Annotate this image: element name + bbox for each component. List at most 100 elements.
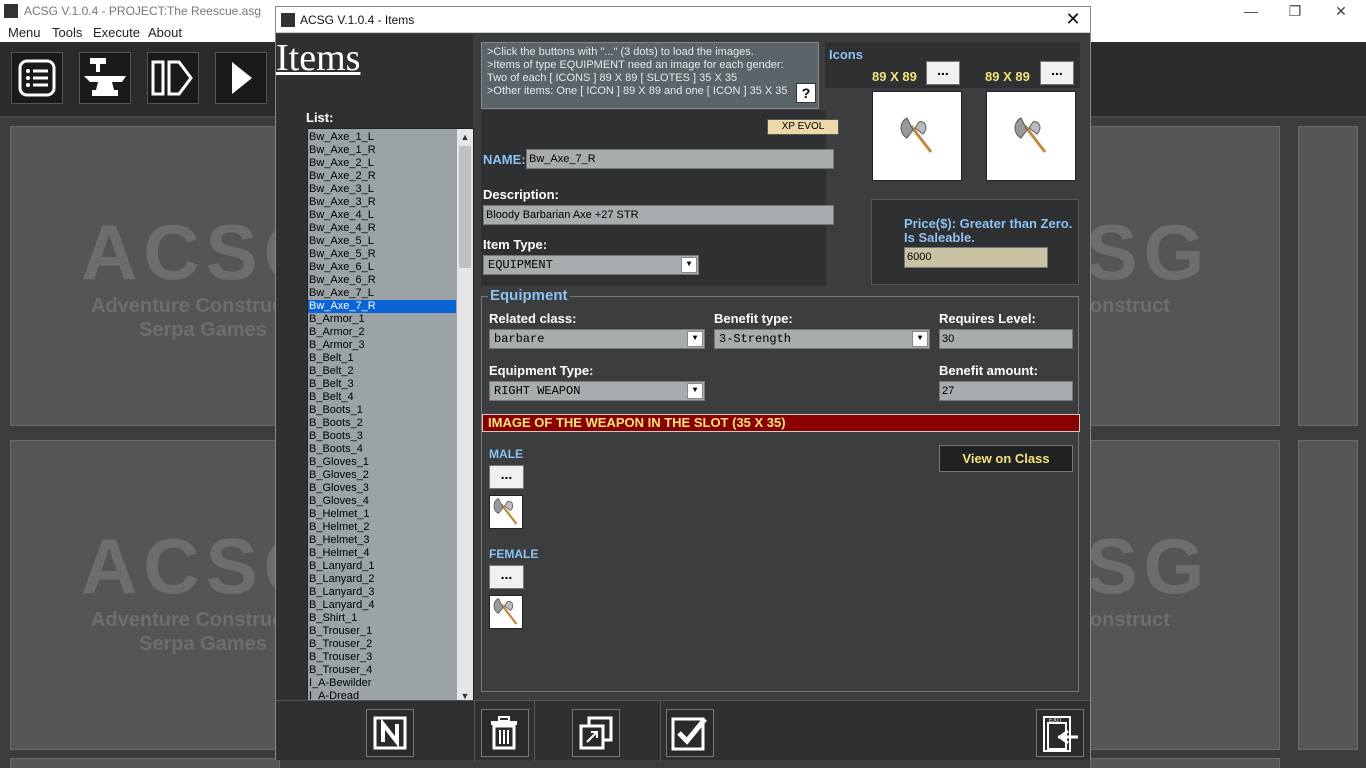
load-icon-2-button[interactable]: ... [1040, 61, 1074, 85]
chevron-down-icon[interactable]: ▼ [687, 331, 703, 347]
male-label: MALE [489, 447, 523, 461]
list-item[interactable]: B_Lanyard_2 [308, 573, 456, 586]
list-item[interactable]: B_Trouser_4 [308, 664, 456, 677]
load-female-slot-button[interactable]: ... [489, 565, 524, 589]
list-item[interactable]: B_Trouser_2 [308, 638, 456, 651]
checkmark-icon [671, 717, 707, 751]
chevron-down-icon[interactable]: ▼ [912, 331, 928, 347]
list-item[interactable]: B_Boots_3 [308, 430, 456, 443]
list-item[interactable]: B_Helmet_1 [308, 508, 456, 521]
item-list-pane: Items List: Bw_Axe_1_L Bw_Axe_1_R Bw_Axe_2… [276, 34, 474, 705]
benefit-type-select[interactable]: 3-Strength ▼ [714, 329, 930, 349]
chevron-down-icon[interactable]: ▼ [681, 257, 697, 273]
list-item[interactable]: B_Lanyard_3 [308, 586, 456, 599]
list-item[interactable]: Bw_Axe_1_L [308, 131, 456, 144]
exit-button[interactable]: EXIT [1036, 709, 1084, 757]
list-item[interactable]: B_Helmet_4 [308, 547, 456, 560]
play-icon [232, 62, 252, 94]
menu-about[interactable]: About [148, 25, 182, 40]
list-item[interactable]: B_Gloves_2 [308, 469, 456, 482]
scroll-thumb[interactable] [459, 146, 471, 268]
load-icon-1-button[interactable]: ... [926, 61, 960, 85]
delete-item-button[interactable] [481, 709, 529, 757]
list-item[interactable]: B_Trouser_1 [308, 625, 456, 638]
workspace-tile: ACSG Adventure Construct Serpa Games [10, 440, 280, 750]
view-on-class-button[interactable]: View on Class [939, 445, 1073, 472]
menu-menu[interactable]: Menu [8, 25, 41, 40]
copy-icon [579, 716, 613, 750]
list-item[interactable]: B_Gloves_1 [308, 456, 456, 469]
chevron-down-icon[interactable]: ▼ [687, 383, 703, 399]
workspace-tile [1298, 440, 1358, 750]
minimize-button[interactable]: — [1228, 0, 1274, 24]
copy-item-button[interactable] [572, 709, 620, 757]
help-button[interactable]: ? [796, 83, 816, 103]
name-field[interactable]: Bw_Axe_7_R [526, 149, 834, 169]
male-slot-image [489, 495, 523, 529]
slot-image-banner: IMAGE OF THE WEAPON IN THE SLOT (35 X 35… [482, 414, 1080, 432]
list-item[interactable]: Bw_Axe_2_R [308, 170, 456, 183]
description-field[interactable]: Bloody Barbarian Axe +27 STR [483, 205, 834, 225]
list-item[interactable]: Bw_Axe_6_R [308, 274, 456, 287]
list-item[interactable]: B_Helmet_3 [308, 534, 456, 547]
list-item[interactable]: Bw_Axe_2_L [308, 157, 456, 170]
load-male-slot-button[interactable]: ... [489, 465, 524, 489]
list-item[interactable]: B_Belt_2 [308, 365, 456, 378]
list-item[interactable]: B_Gloves_4 [308, 495, 456, 508]
list-scrollbar[interactable]: ▲ ▼ [457, 129, 473, 704]
list-item[interactable]: B_Belt_3 [308, 378, 456, 391]
app-close-button[interactable]: ✕ [1318, 0, 1364, 24]
restore-button[interactable]: ❐ [1272, 0, 1318, 24]
list-item[interactable]: B_Trouser_3 [308, 651, 456, 664]
list-item[interactable]: B_Lanyard_1 [308, 560, 456, 573]
list-item[interactable]: B_Boots_2 [308, 417, 456, 430]
list-item[interactable]: B_Gloves_3 [308, 482, 456, 495]
list-item[interactable]: B_Belt_1 [308, 352, 456, 365]
item-details-section: XP EVOL NAME: Bw_Axe_7_R Description: Bl… [481, 110, 839, 286]
list-item[interactable]: I_A-Bewilder [308, 677, 456, 690]
related-class-select[interactable]: barbare ▼ [489, 329, 705, 349]
menu-execute[interactable]: Execute [93, 25, 140, 40]
item-listbox[interactable]: Bw_Axe_1_L Bw_Axe_1_R Bw_Axe_2_L Bw_Axe_2_R… [307, 128, 474, 705]
list-item[interactable]: B_Armor_2 [308, 326, 456, 339]
requires-level-field[interactable]: 30 [939, 329, 1073, 349]
new-item-button[interactable] [366, 709, 414, 757]
list-item[interactable]: Bw_Axe_7_R [308, 300, 456, 313]
save-item-button[interactable] [666, 709, 714, 757]
price-section: Price($): Greater than Zero. Is Saleable… [871, 199, 1079, 285]
item-type-label: Item Type: [483, 237, 548, 252]
icons-label: Icons [829, 47, 863, 62]
benefit-amount-field[interactable]: 27 [939, 381, 1073, 401]
list-toolbar-button[interactable] [11, 52, 63, 104]
list-item[interactable]: Bw_Axe_7_L [308, 287, 456, 300]
list-item[interactable]: Bw_Axe_5_R [308, 248, 456, 261]
scroll-up-icon[interactable]: ▲ [457, 129, 473, 145]
list-item[interactable]: B_Boots_1 [308, 404, 456, 417]
list-item[interactable]: B_Belt_4 [308, 391, 456, 404]
list-item[interactable]: Bw_Axe_5_L [308, 235, 456, 248]
play-toolbar-button[interactable] [215, 52, 267, 104]
list-item[interactable]: Bw_Axe_3_R [308, 196, 456, 209]
list-item[interactable]: Bw_Axe_4_R [308, 222, 456, 235]
list-item[interactable]: B_Boots_4 [308, 443, 456, 456]
list-item[interactable]: B_Armor_3 [308, 339, 456, 352]
price-field[interactable]: 6000 [904, 247, 1048, 268]
step-forward-icon [151, 60, 193, 96]
list-item[interactable]: B_Lanyard_4 [308, 599, 456, 612]
list-item[interactable]: B_Shirt_1 [308, 612, 456, 625]
list-item[interactable]: Bw_Axe_1_R [308, 144, 456, 157]
item-type-select[interactable]: EQUIPMENT ▼ [483, 255, 699, 275]
list-item[interactable]: Bw_Axe_3_L [308, 183, 456, 196]
xp-evol-button[interactable]: XP EVOL [767, 119, 839, 135]
list-item[interactable]: B_Armor_1 [308, 313, 456, 326]
description-label: Description: [483, 187, 559, 202]
list-item[interactable]: Bw_Axe_6_L [308, 261, 456, 274]
workspace-tile: ACSG Adventure Construct Serpa Games [1090, 126, 1280, 426]
dialog-close-button[interactable]: ✕ [1062, 9, 1084, 31]
menu-tools[interactable]: Tools [52, 25, 82, 40]
equipment-type-select[interactable]: RIGHT WEAPON ▼ [489, 381, 705, 401]
anvil-toolbar-button[interactable] [79, 52, 131, 104]
next-step-toolbar-button[interactable] [147, 52, 199, 104]
list-item[interactable]: B_Helmet_2 [308, 521, 456, 534]
list-item[interactable]: Bw_Axe_4_L [308, 209, 456, 222]
